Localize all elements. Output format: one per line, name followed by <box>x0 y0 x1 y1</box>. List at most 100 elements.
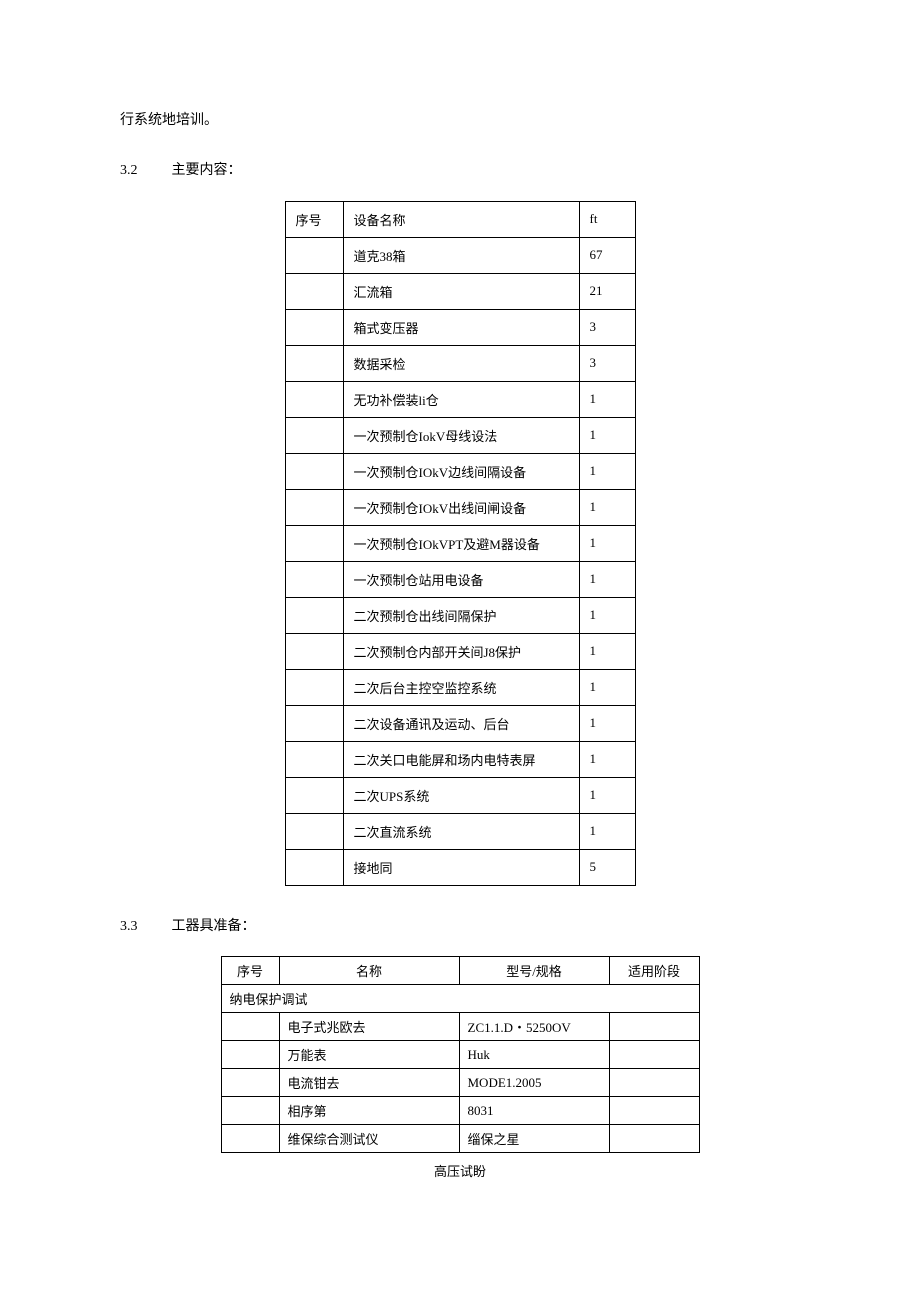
cell-name: 维保综合测试仪 <box>279 1125 459 1153</box>
cell-seq <box>285 741 343 777</box>
cell-seq <box>285 237 343 273</box>
tools-table-wrap: 序号 名称 型号/规格 适用阶段 纳电保护调试 电子式兆欧去ZC1.1.D・52… <box>120 956 800 1153</box>
group-label: 纳电保护调试 <box>221 985 699 1013</box>
table-row: 相序第8031 <box>221 1097 699 1125</box>
col-model-header: 型号/规格 <box>459 957 609 985</box>
cell-seq <box>285 309 343 345</box>
cell-name: 二次UPS系统 <box>343 777 579 813</box>
cell-seq <box>285 345 343 381</box>
cell-name: 二次预制仓内部开关间J8保护 <box>343 633 579 669</box>
section-3-3-title: 工器具准备： <box>172 919 256 934</box>
tools-table-body: 电子式兆欧去ZC1.1.D・5250OV万能表Huk电流钳去MODE1.2005… <box>221 1013 699 1153</box>
cell-seq <box>285 813 343 849</box>
cell-count: 5 <box>579 849 635 885</box>
cell-seq <box>221 1041 279 1069</box>
table-row: 电子式兆欧去ZC1.1.D・5250OV <box>221 1013 699 1041</box>
table-row: 维保综合测试仪缁保之星 <box>221 1125 699 1153</box>
below-tools-label: 高压试盼 <box>120 1161 800 1180</box>
cell-stage <box>609 1125 699 1153</box>
table-row: 无功补偿装li仓1 <box>285 381 635 417</box>
equipment-table-wrap: 序号 设备名称 ft 道克38箱67汇流箱21箱式变压器3数据采检3无功补偿装l… <box>120 201 800 886</box>
table-row: 一次预制仓IOkV出线间闸设备1 <box>285 489 635 525</box>
section-3-2-heading: 3.2 主要内容： <box>120 160 800 182</box>
table-row: 一次预制仓IOkV边线间隔设备1 <box>285 453 635 489</box>
cell-count: 1 <box>579 777 635 813</box>
section-3-2-num: 3.2 <box>120 160 168 182</box>
cell-name: 一次预制仓IokV母线设法 <box>343 417 579 453</box>
equipment-table: 序号 设备名称 ft 道克38箱67汇流箱21箱式变压器3数据采检3无功补偿装l… <box>285 201 636 886</box>
cell-name: 数据采检 <box>343 345 579 381</box>
cell-name: 二次关口电能屏和场内电特表屏 <box>343 741 579 777</box>
cell-name: 电子式兆欧去 <box>279 1013 459 1041</box>
cell-name: 一次预制仓IOkVPT及避M器设备 <box>343 525 579 561</box>
section-3-2-title: 主要内容： <box>172 163 242 178</box>
cell-seq <box>285 417 343 453</box>
cell-name: 一次预制仓站用电设备 <box>343 561 579 597</box>
table-row: 一次预制仓站用电设备1 <box>285 561 635 597</box>
col-name-header: 设备名称 <box>343 201 579 237</box>
section-3-3-heading: 3.3 工器具准备： <box>120 916 800 938</box>
cell-count: 1 <box>579 561 635 597</box>
cell-stage <box>609 1013 699 1041</box>
table-row: 汇流箱21 <box>285 273 635 309</box>
cell-name: 箱式变压器 <box>343 309 579 345</box>
cell-seq <box>285 525 343 561</box>
cell-count: 1 <box>579 453 635 489</box>
cell-count: 3 <box>579 345 635 381</box>
cell-model: MODE1.2005 <box>459 1069 609 1097</box>
cell-count: 1 <box>579 417 635 453</box>
cell-seq <box>285 561 343 597</box>
table-row: 接地同5 <box>285 849 635 885</box>
cell-count: 1 <box>579 597 635 633</box>
cell-count: 1 <box>579 525 635 561</box>
table-row: 二次设备通讯及运动、后台1 <box>285 705 635 741</box>
cell-count: 1 <box>579 489 635 525</box>
table-group-row: 纳电保护调试 <box>221 985 699 1013</box>
cell-seq <box>285 669 343 705</box>
cell-name: 二次设备通讯及运动、后台 <box>343 705 579 741</box>
cell-seq <box>221 1069 279 1097</box>
cell-name: 一次预制仓IOkV边线间隔设备 <box>343 453 579 489</box>
cell-model: 8031 <box>459 1097 609 1125</box>
table-row: 一次预制仓IOkVPT及避M器设备1 <box>285 525 635 561</box>
col-seq-header: 序号 <box>285 201 343 237</box>
cell-name: 接地同 <box>343 849 579 885</box>
cell-seq <box>285 489 343 525</box>
tools-table: 序号 名称 型号/规格 适用阶段 纳电保护调试 电子式兆欧去ZC1.1.D・52… <box>221 956 700 1153</box>
cell-name: 相序第 <box>279 1097 459 1125</box>
table-row: 二次预制仓出线间隔保护1 <box>285 597 635 633</box>
cell-name: 二次预制仓出线间隔保护 <box>343 597 579 633</box>
cell-name: 二次直流系统 <box>343 813 579 849</box>
cell-seq <box>285 273 343 309</box>
cell-name: 电流钳去 <box>279 1069 459 1097</box>
intro-paragraph: 行系统地培训。 <box>120 110 800 132</box>
table-row: 一次预制仓IokV母线设法1 <box>285 417 635 453</box>
table-row: 二次关口电能屏和场内电特表屏1 <box>285 741 635 777</box>
cell-seq <box>285 597 343 633</box>
cell-count: 1 <box>579 669 635 705</box>
cell-count: 3 <box>579 309 635 345</box>
intro-text: 行系统地培训。 <box>120 113 218 128</box>
cell-model: 缁保之星 <box>459 1125 609 1153</box>
cell-count: 1 <box>579 741 635 777</box>
cell-seq <box>221 1013 279 1041</box>
cell-stage <box>609 1097 699 1125</box>
table-row: 二次后台主控空监控系统1 <box>285 669 635 705</box>
cell-model: ZC1.1.D・5250OV <box>459 1013 609 1041</box>
col-stage-header: 适用阶段 <box>609 957 699 985</box>
table-row: 万能表Huk <box>221 1041 699 1069</box>
equipment-table-body: 道克38箱67汇流箱21箱式变压器3数据采检3无功补偿装li仓1一次预制仓Iok… <box>285 237 635 885</box>
cell-seq <box>285 633 343 669</box>
table-row: 电流钳去MODE1.2005 <box>221 1069 699 1097</box>
cell-count: 67 <box>579 237 635 273</box>
cell-count: 1 <box>579 705 635 741</box>
cell-count: 1 <box>579 633 635 669</box>
table-header-row: 序号 设备名称 ft <box>285 201 635 237</box>
table-row: 二次预制仓内部开关间J8保护1 <box>285 633 635 669</box>
cell-name: 道克38箱 <box>343 237 579 273</box>
table-row: 数据采检3 <box>285 345 635 381</box>
cell-stage <box>609 1041 699 1069</box>
section-3-3-num: 3.3 <box>120 916 168 938</box>
cell-seq <box>285 849 343 885</box>
cell-seq <box>221 1097 279 1125</box>
